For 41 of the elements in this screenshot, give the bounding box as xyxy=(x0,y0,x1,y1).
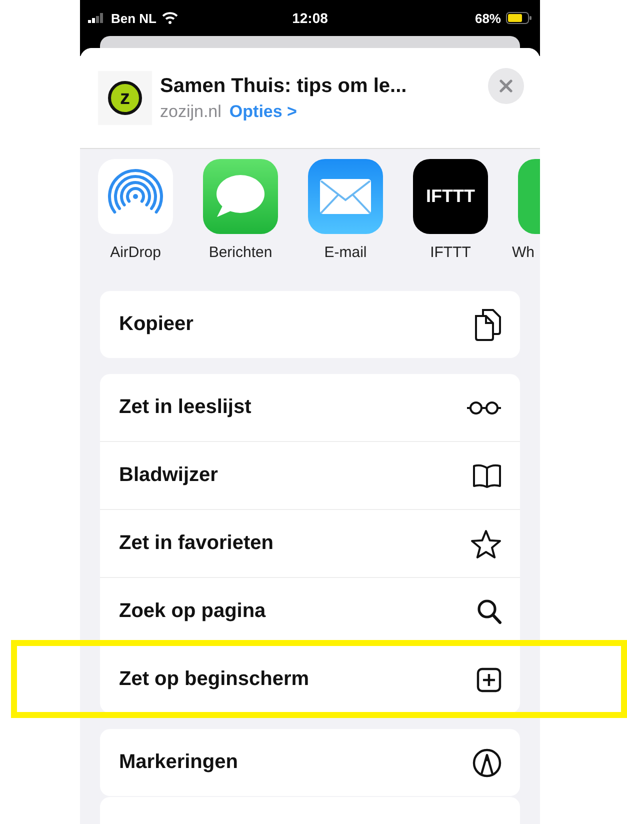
pen-circle-icon xyxy=(472,748,502,778)
battery-percentage: 68% xyxy=(474,10,501,26)
menu-label: Bladwijzer xyxy=(119,464,218,487)
menu-row[interactable]: Zet op beginscherm xyxy=(100,645,520,713)
menu-label: Markeringen xyxy=(119,751,238,774)
documents-icon xyxy=(474,308,502,342)
speech-bubble-app-icon[interactable] xyxy=(203,159,278,234)
menu-row[interactable]: Zet in leeslijst xyxy=(100,374,520,441)
glasses-icon xyxy=(466,400,502,414)
envelope-app-icon[interactable] xyxy=(308,159,383,234)
battery-icon xyxy=(506,12,532,24)
carrier-name: Ben NL xyxy=(111,10,156,26)
app-icon[interactable]: IFTTT xyxy=(413,159,488,234)
menu-label: Zet op beginscherm xyxy=(119,668,310,691)
app-label: IFTTT xyxy=(430,244,471,261)
app-label: Berichten xyxy=(208,244,272,261)
menu-label: Kopieer xyxy=(119,313,194,336)
menu-row[interactable]: Zoek op pagina xyxy=(100,577,520,645)
site-logo: z xyxy=(98,71,152,125)
clock-time: 12:08 xyxy=(292,10,328,26)
book-icon xyxy=(472,462,502,488)
signal-icon xyxy=(88,13,106,23)
menu-label: Zoek op pagina xyxy=(119,600,266,623)
menu-row[interactable]: Zet in favorieten xyxy=(100,509,520,577)
app-label: E-mail xyxy=(324,244,367,261)
menu-row[interactable]: Bladwijzer xyxy=(100,441,520,509)
page-title: Samen Thuis: tips om le... xyxy=(160,74,408,98)
menu-row[interactable]: Markeringen xyxy=(100,729,520,796)
app-label: Wh xyxy=(512,244,534,261)
site-domain: zozijn.nl xyxy=(160,102,222,122)
plus-square-icon xyxy=(476,666,502,692)
close-button[interactable] xyxy=(488,68,524,104)
menu-label: Zet in leeslijst xyxy=(119,396,252,419)
star-icon xyxy=(470,528,502,558)
wifi-icon xyxy=(162,12,178,24)
close-icon xyxy=(499,79,513,93)
menu-row[interactable]: Kopieer xyxy=(100,291,520,358)
menu-label: Zet in favorieten xyxy=(119,532,274,555)
app-label: AirDrop xyxy=(110,244,161,261)
search-icon xyxy=(476,598,502,625)
airdrop-app-icon[interactable] xyxy=(98,159,173,234)
